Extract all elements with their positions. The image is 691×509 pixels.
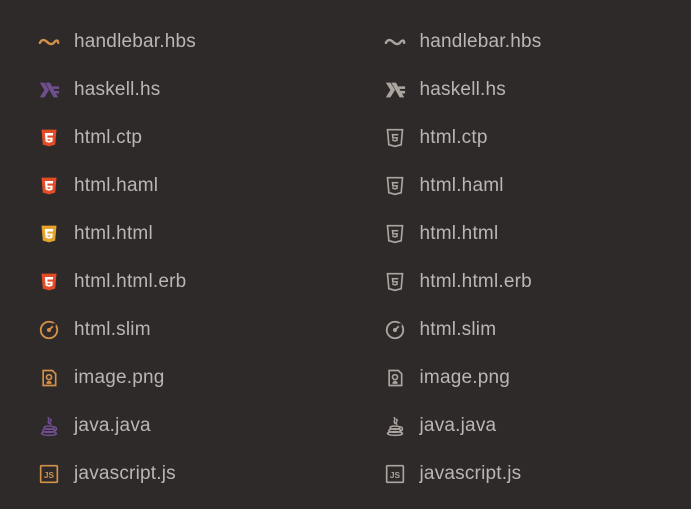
java-icon xyxy=(380,415,410,437)
file-label: java.java xyxy=(64,415,151,437)
list-item[interactable]: handlebar.hbs xyxy=(34,18,346,66)
file-label: html.ctp xyxy=(64,127,142,149)
js-icon: JS xyxy=(34,464,64,484)
file-label: image.png xyxy=(410,367,511,389)
list-item[interactable]: html.haml xyxy=(34,162,346,210)
list-item[interactable]: html.slim xyxy=(380,306,691,354)
list-item[interactable]: html.haml xyxy=(380,162,691,210)
file-label: html.slim xyxy=(64,319,151,341)
html5-icon xyxy=(380,127,410,149)
haskell-icon xyxy=(34,79,64,101)
list-item[interactable]: haskell.hs xyxy=(34,66,346,114)
file-label: javascript.js xyxy=(64,463,176,485)
image-icon xyxy=(380,367,410,389)
list-item[interactable]: handlebar.hbs xyxy=(380,18,691,66)
java-icon xyxy=(34,415,64,437)
list-item[interactable]: image.png xyxy=(34,354,346,402)
html5-icon xyxy=(34,271,64,293)
file-label: html.html.erb xyxy=(410,271,532,293)
list-item[interactable]: html.html xyxy=(380,210,691,258)
file-label: html.slim xyxy=(410,319,497,341)
html5-icon xyxy=(380,271,410,293)
file-label: handlebar.hbs xyxy=(410,31,542,53)
file-icon-comparison: handlebar.hbs haskell.hs html.ctp xyxy=(0,0,691,509)
file-label: java.java xyxy=(410,415,497,437)
list-item[interactable]: haskell.hs xyxy=(380,66,691,114)
html5-icon xyxy=(34,223,64,245)
file-label: html.html xyxy=(64,223,153,245)
list-item[interactable]: html.html.erb xyxy=(34,258,346,306)
html5-icon xyxy=(34,175,64,197)
html5-icon xyxy=(34,127,64,149)
list-item[interactable]: image.png xyxy=(380,354,691,402)
file-label: html.haml xyxy=(410,175,504,197)
file-label: image.png xyxy=(64,367,165,389)
handlebar-icon xyxy=(34,31,64,53)
svg-text:JS: JS xyxy=(389,470,400,480)
file-label: javascript.js xyxy=(410,463,522,485)
js-icon: JS xyxy=(380,464,410,484)
file-label: haskell.hs xyxy=(410,79,507,101)
list-item[interactable]: java.java xyxy=(380,402,691,450)
list-item[interactable]: html.html xyxy=(34,210,346,258)
right-column: handlebar.hbs haskell.hs html.ctp html.h… xyxy=(346,0,691,509)
html5-icon xyxy=(380,175,410,197)
list-item[interactable]: html.html.erb xyxy=(380,258,691,306)
file-label: handlebar.hbs xyxy=(64,31,196,53)
svg-text:JS: JS xyxy=(44,470,55,480)
image-icon xyxy=(34,367,64,389)
haskell-icon xyxy=(380,79,410,101)
file-label: html.haml xyxy=(64,175,158,197)
file-label: haskell.hs xyxy=(64,79,161,101)
list-item[interactable]: JS javascript.js xyxy=(380,450,691,498)
file-label: html.ctp xyxy=(410,127,488,149)
html5-icon xyxy=(380,223,410,245)
file-label: html.html xyxy=(410,223,499,245)
gauge-icon xyxy=(380,319,410,341)
file-label: html.html.erb xyxy=(64,271,186,293)
handlebar-icon xyxy=(380,31,410,53)
left-column: handlebar.hbs haskell.hs html.ctp xyxy=(0,0,346,509)
list-item[interactable]: JS javascript.js xyxy=(34,450,346,498)
list-item[interactable]: html.ctp xyxy=(380,114,691,162)
gauge-icon xyxy=(34,319,64,341)
list-item[interactable]: html.ctp xyxy=(34,114,346,162)
list-item[interactable]: java.java xyxy=(34,402,346,450)
list-item[interactable]: html.slim xyxy=(34,306,346,354)
